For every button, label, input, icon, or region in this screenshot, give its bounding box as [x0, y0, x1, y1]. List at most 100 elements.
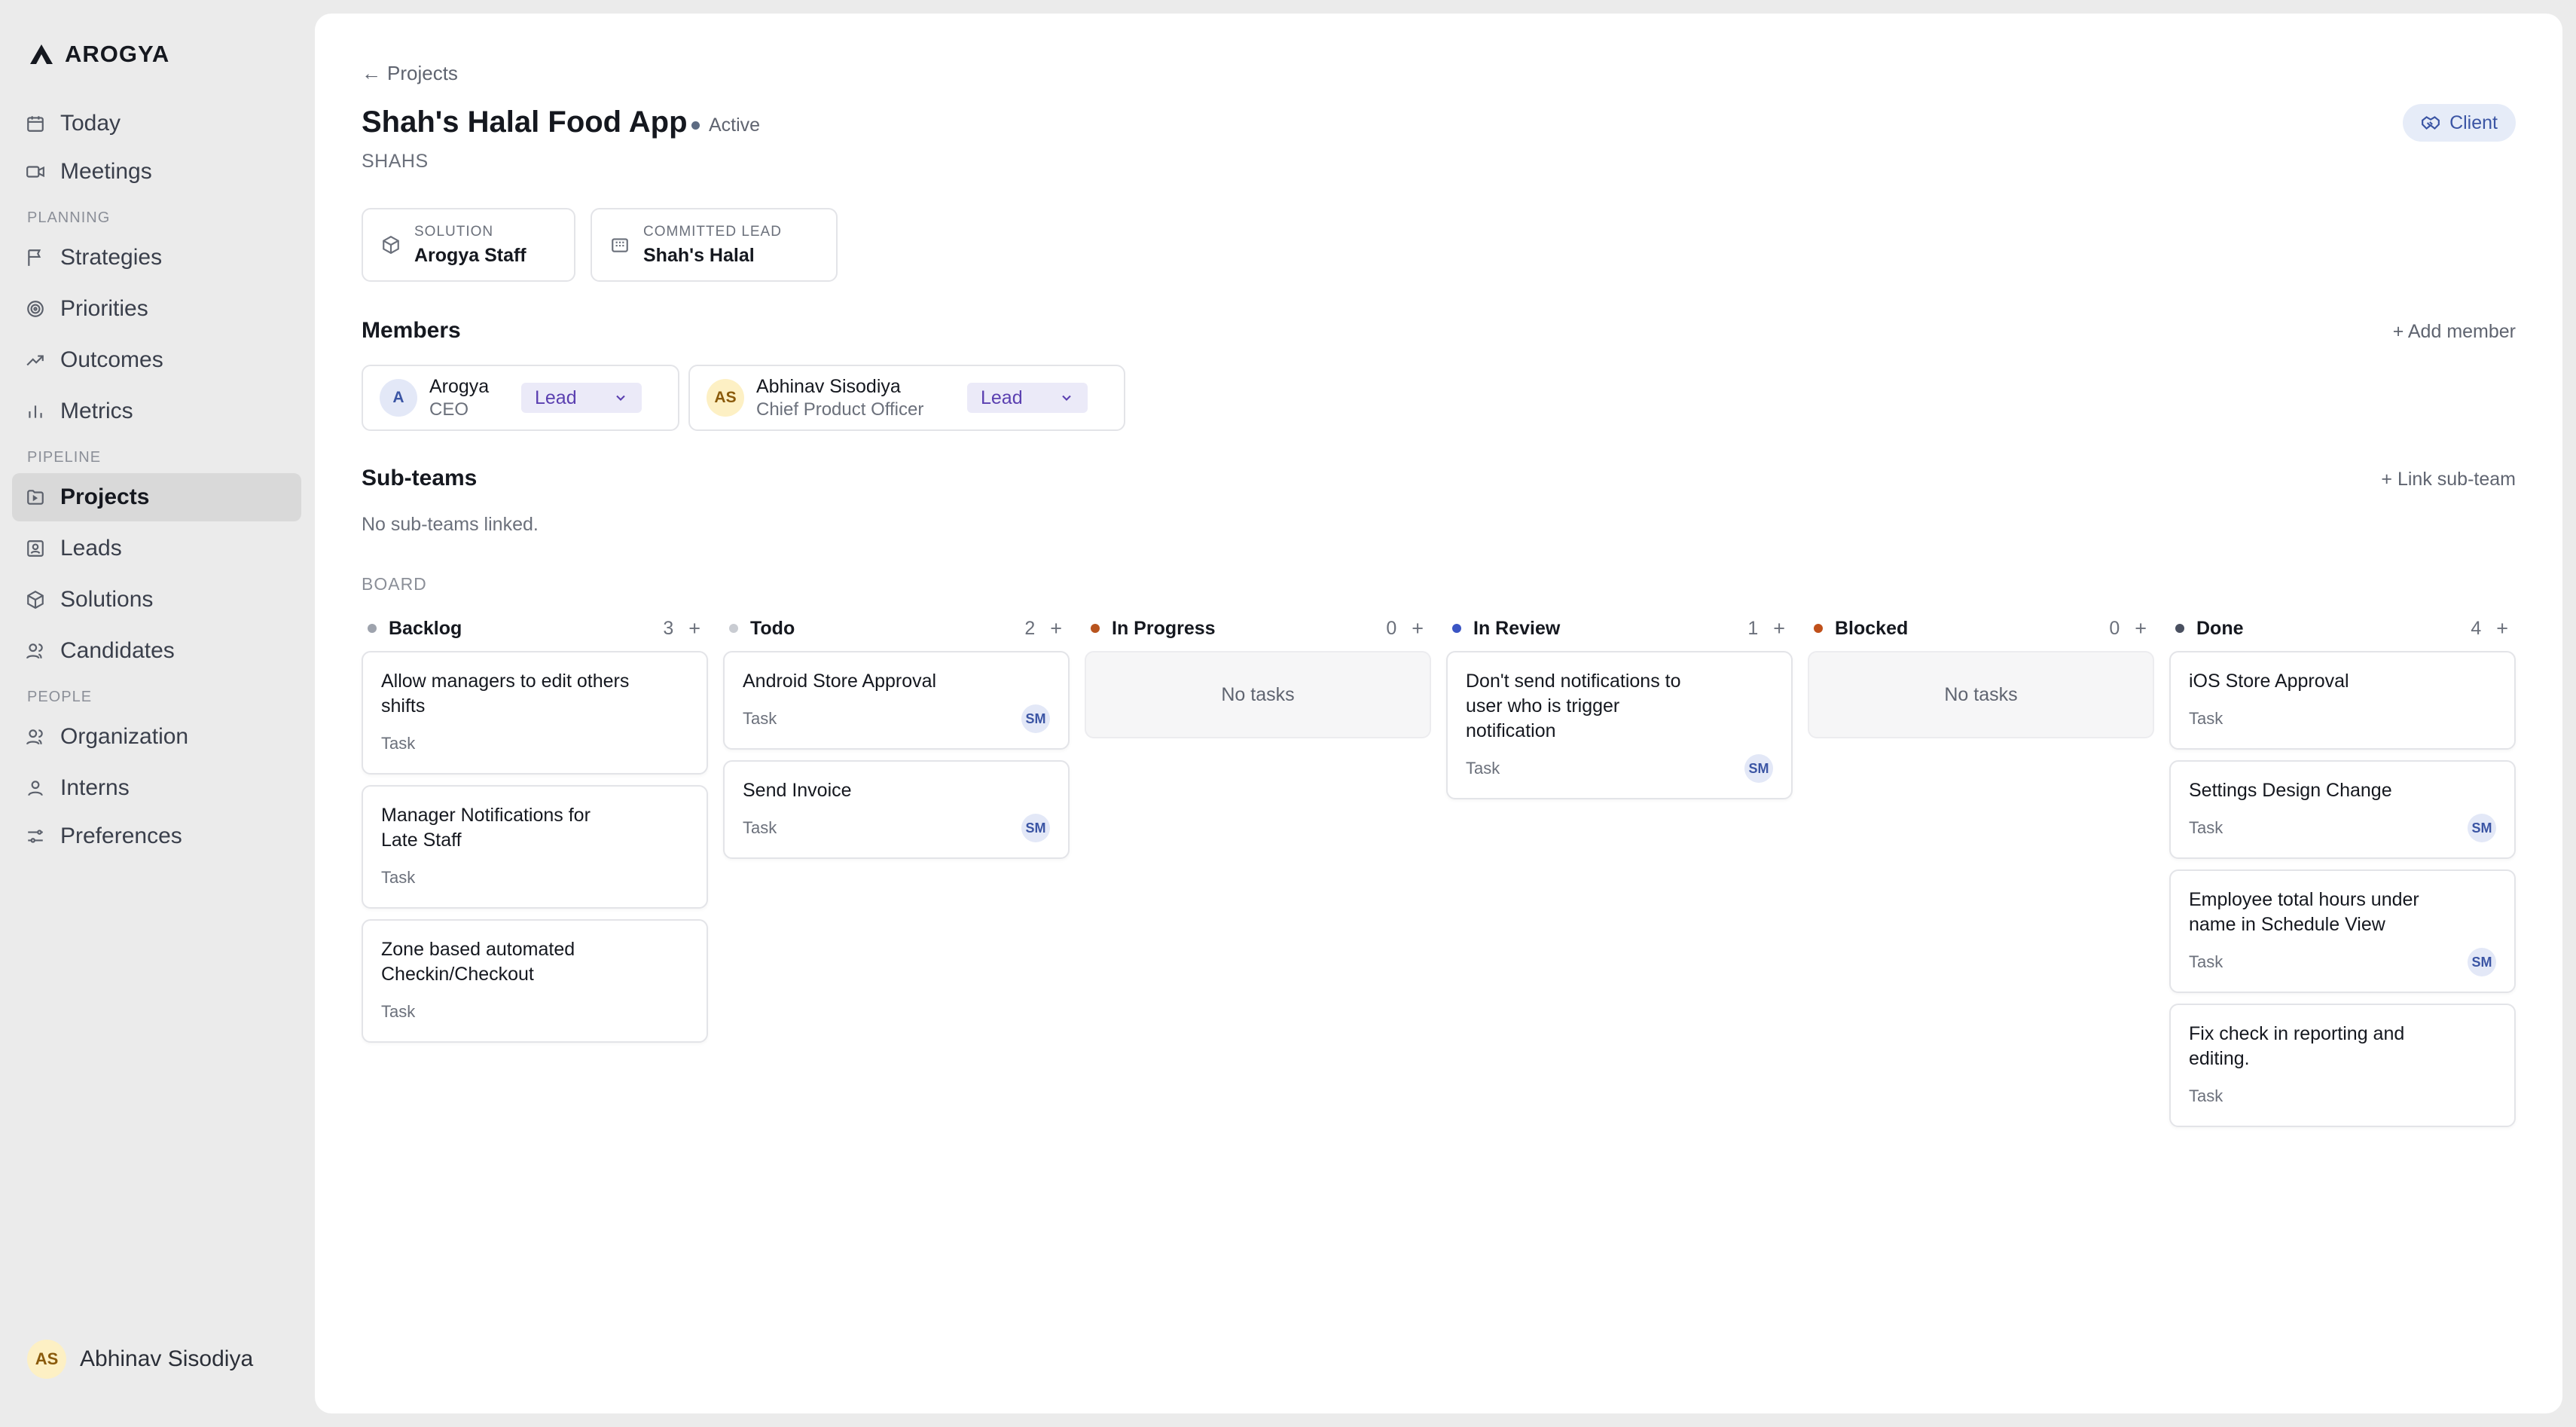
sidebar-item-interns[interactable]: Interns: [12, 764, 301, 812]
status-label: Active: [709, 115, 761, 136]
column-count: 2: [1024, 617, 1036, 639]
trending-up-icon: [26, 355, 44, 366]
assignee-avatar: SM: [2468, 814, 2496, 842]
link-subteam-button[interactable]: + Link sub-team: [2381, 469, 2516, 490]
column-name: Todo: [750, 617, 795, 639]
subteams-title: Sub-teams: [362, 466, 478, 490]
column-count: 0: [1386, 617, 1397, 639]
member-name: Abhinav Sisodiya: [756, 375, 901, 397]
brand[interactable]: AROGYA: [29, 39, 169, 69]
task-title: Employee total hours under name in Sched…: [2189, 889, 2419, 935]
column-status-dot-icon: [2175, 624, 2184, 633]
assignee-avatar: SM: [1021, 704, 1050, 733]
users-icon: [26, 729, 43, 745]
status-dot-icon: [691, 121, 700, 130]
task-card[interactable]: Allow managers to edit others shifts Tas…: [362, 651, 708, 775]
task-card[interactable]: Manager Notifications for Late Staff Tas…: [362, 785, 708, 909]
status-badge: Active: [691, 115, 760, 136]
member-role: CEO: [429, 399, 469, 420]
board-column-done: Done 4 + iOS Store Approval Task Setting…: [2169, 615, 2516, 1127]
task-type: Task: [381, 734, 416, 753]
sidebar-item-meetings[interactable]: Meetings: [12, 148, 301, 196]
task-type: Task: [381, 868, 416, 887]
assignee-avatar: SM: [1021, 814, 1050, 842]
sidebar-item-candidates[interactable]: Candidates: [12, 627, 301, 675]
task-card[interactable]: Settings Design Change Task SM: [2169, 760, 2516, 859]
member-role-select[interactable]: Lead: [521, 383, 642, 413]
subteams-empty: No sub-teams linked.: [362, 514, 539, 535]
sidebar-item-organization[interactable]: Organization: [12, 713, 301, 761]
add-task-icon[interactable]: +: [1050, 617, 1062, 640]
column-status-dot-icon: [729, 624, 738, 633]
task-title: Fix check in reporting and editing.: [2189, 1023, 2405, 1069]
add-task-icon[interactable]: +: [688, 617, 700, 640]
column-status-dot-icon: [1814, 624, 1823, 633]
sidebar-item-preferences[interactable]: Preferences: [12, 812, 301, 860]
column-name: In Review: [1473, 617, 1561, 639]
sidebar-item-leads[interactable]: Leads: [12, 524, 301, 573]
sidebar-item-label: Solutions: [60, 587, 154, 612]
sliders-icon: [28, 830, 43, 843]
task-card[interactable]: Employee total hours under name in Sched…: [2169, 869, 2516, 993]
sidebar-item-solutions[interactable]: Solutions: [12, 576, 301, 624]
column-header: Done 4 +: [2169, 615, 2516, 642]
solution-card[interactable]: SOLUTION Arogya Staff: [362, 208, 575, 282]
task-title: Zone based automated Checkin/Checkout: [381, 939, 575, 985]
brand-name: AROGYA: [65, 41, 170, 67]
add-task-icon[interactable]: +: [1412, 617, 1424, 640]
arogya-logo-icon: [30, 44, 53, 64]
task-card[interactable]: Don't send notifications to user who is …: [1446, 651, 1793, 799]
sidebar-item-today[interactable]: Today: [12, 99, 301, 148]
task-card[interactable]: Zone based automated Checkin/Checkout Ta…: [362, 919, 708, 1043]
column-header: Backlog 3 +: [362, 615, 708, 642]
committed-lead-value: Shah's Halal: [643, 244, 755, 266]
add-task-icon[interactable]: +: [2135, 617, 2147, 640]
main-panel: ← Projects Shah's Halal Food App Active …: [315, 14, 2562, 1413]
add-task-icon[interactable]: +: [1773, 617, 1785, 640]
sidebar-item-strategies[interactable]: Strategies: [12, 234, 301, 282]
task-card[interactable]: iOS Store Approval Task: [2169, 651, 2516, 750]
sidebar-item-metrics[interactable]: Metrics: [12, 387, 301, 435]
client-label: Client: [2449, 112, 2498, 133]
empty-column-placeholder: No tasks: [1085, 651, 1431, 738]
column-header: In Progress 0 +: [1085, 615, 1431, 642]
project-code: SHAHS: [362, 151, 429, 172]
member-role-select[interactable]: Lead: [967, 383, 1088, 413]
task-card[interactable]: Send Invoice Task SM: [723, 760, 1070, 859]
task-type: Task: [1466, 759, 1500, 778]
client-button[interactable]: Client: [2403, 104, 2516, 142]
column-name: Blocked: [1835, 617, 1909, 639]
column-status-dot-icon: [368, 624, 377, 633]
add-member-button[interactable]: + Add member: [2393, 321, 2516, 343]
task-card[interactable]: Android Store Approval Task SM: [723, 651, 1070, 750]
task-title: Manager Notifications for Late Staff: [381, 805, 591, 851]
empty-column-placeholder: No tasks: [1808, 651, 2154, 738]
sidebar-item-label: Metrics: [60, 399, 133, 423]
sidebar-section-people: PEOPLE: [27, 689, 93, 705]
target-icon: [27, 301, 44, 317]
sidebar: AROGYA Today Meetings PLANNING Strategie…: [0, 0, 315, 1427]
task-type: Task: [2189, 952, 2223, 971]
sidebar-item-label: Interns: [60, 775, 130, 800]
sidebar-section-planning: PLANNING: [27, 209, 111, 226]
task-card[interactable]: Fix check in reporting and editing. Task: [2169, 1004, 2516, 1127]
video-icon: [26, 166, 44, 178]
sidebar-item-priorities[interactable]: Priorities: [12, 285, 301, 333]
back-to-projects-link[interactable]: ← Projects: [362, 62, 458, 85]
sidebar-item-projects[interactable]: Projects: [12, 473, 301, 521]
members-title: Members: [362, 318, 461, 343]
board-column-in-progress: In Progress 0 + No tasks: [1085, 615, 1431, 738]
chevron-down-icon: [616, 395, 625, 401]
current-user[interactable]: AS Abhinav Sisodiya: [27, 1340, 253, 1379]
sidebar-item-label: Today: [60, 111, 121, 136]
sidebar-item-outcomes[interactable]: Outcomes: [12, 336, 301, 384]
building-icon: [612, 238, 628, 252]
committed-lead-card[interactable]: COMMITTED LEAD Shah's Halal: [591, 208, 838, 282]
role-select-value: Lead: [981, 387, 1023, 408]
handshake-icon: [2422, 116, 2440, 130]
sidebar-item-label: Priorities: [60, 296, 148, 321]
add-task-icon[interactable]: +: [2496, 617, 2508, 640]
user-icon: [28, 781, 43, 796]
avatar: AS: [27, 1340, 66, 1379]
sidebar-item-label: Meetings: [60, 159, 152, 184]
